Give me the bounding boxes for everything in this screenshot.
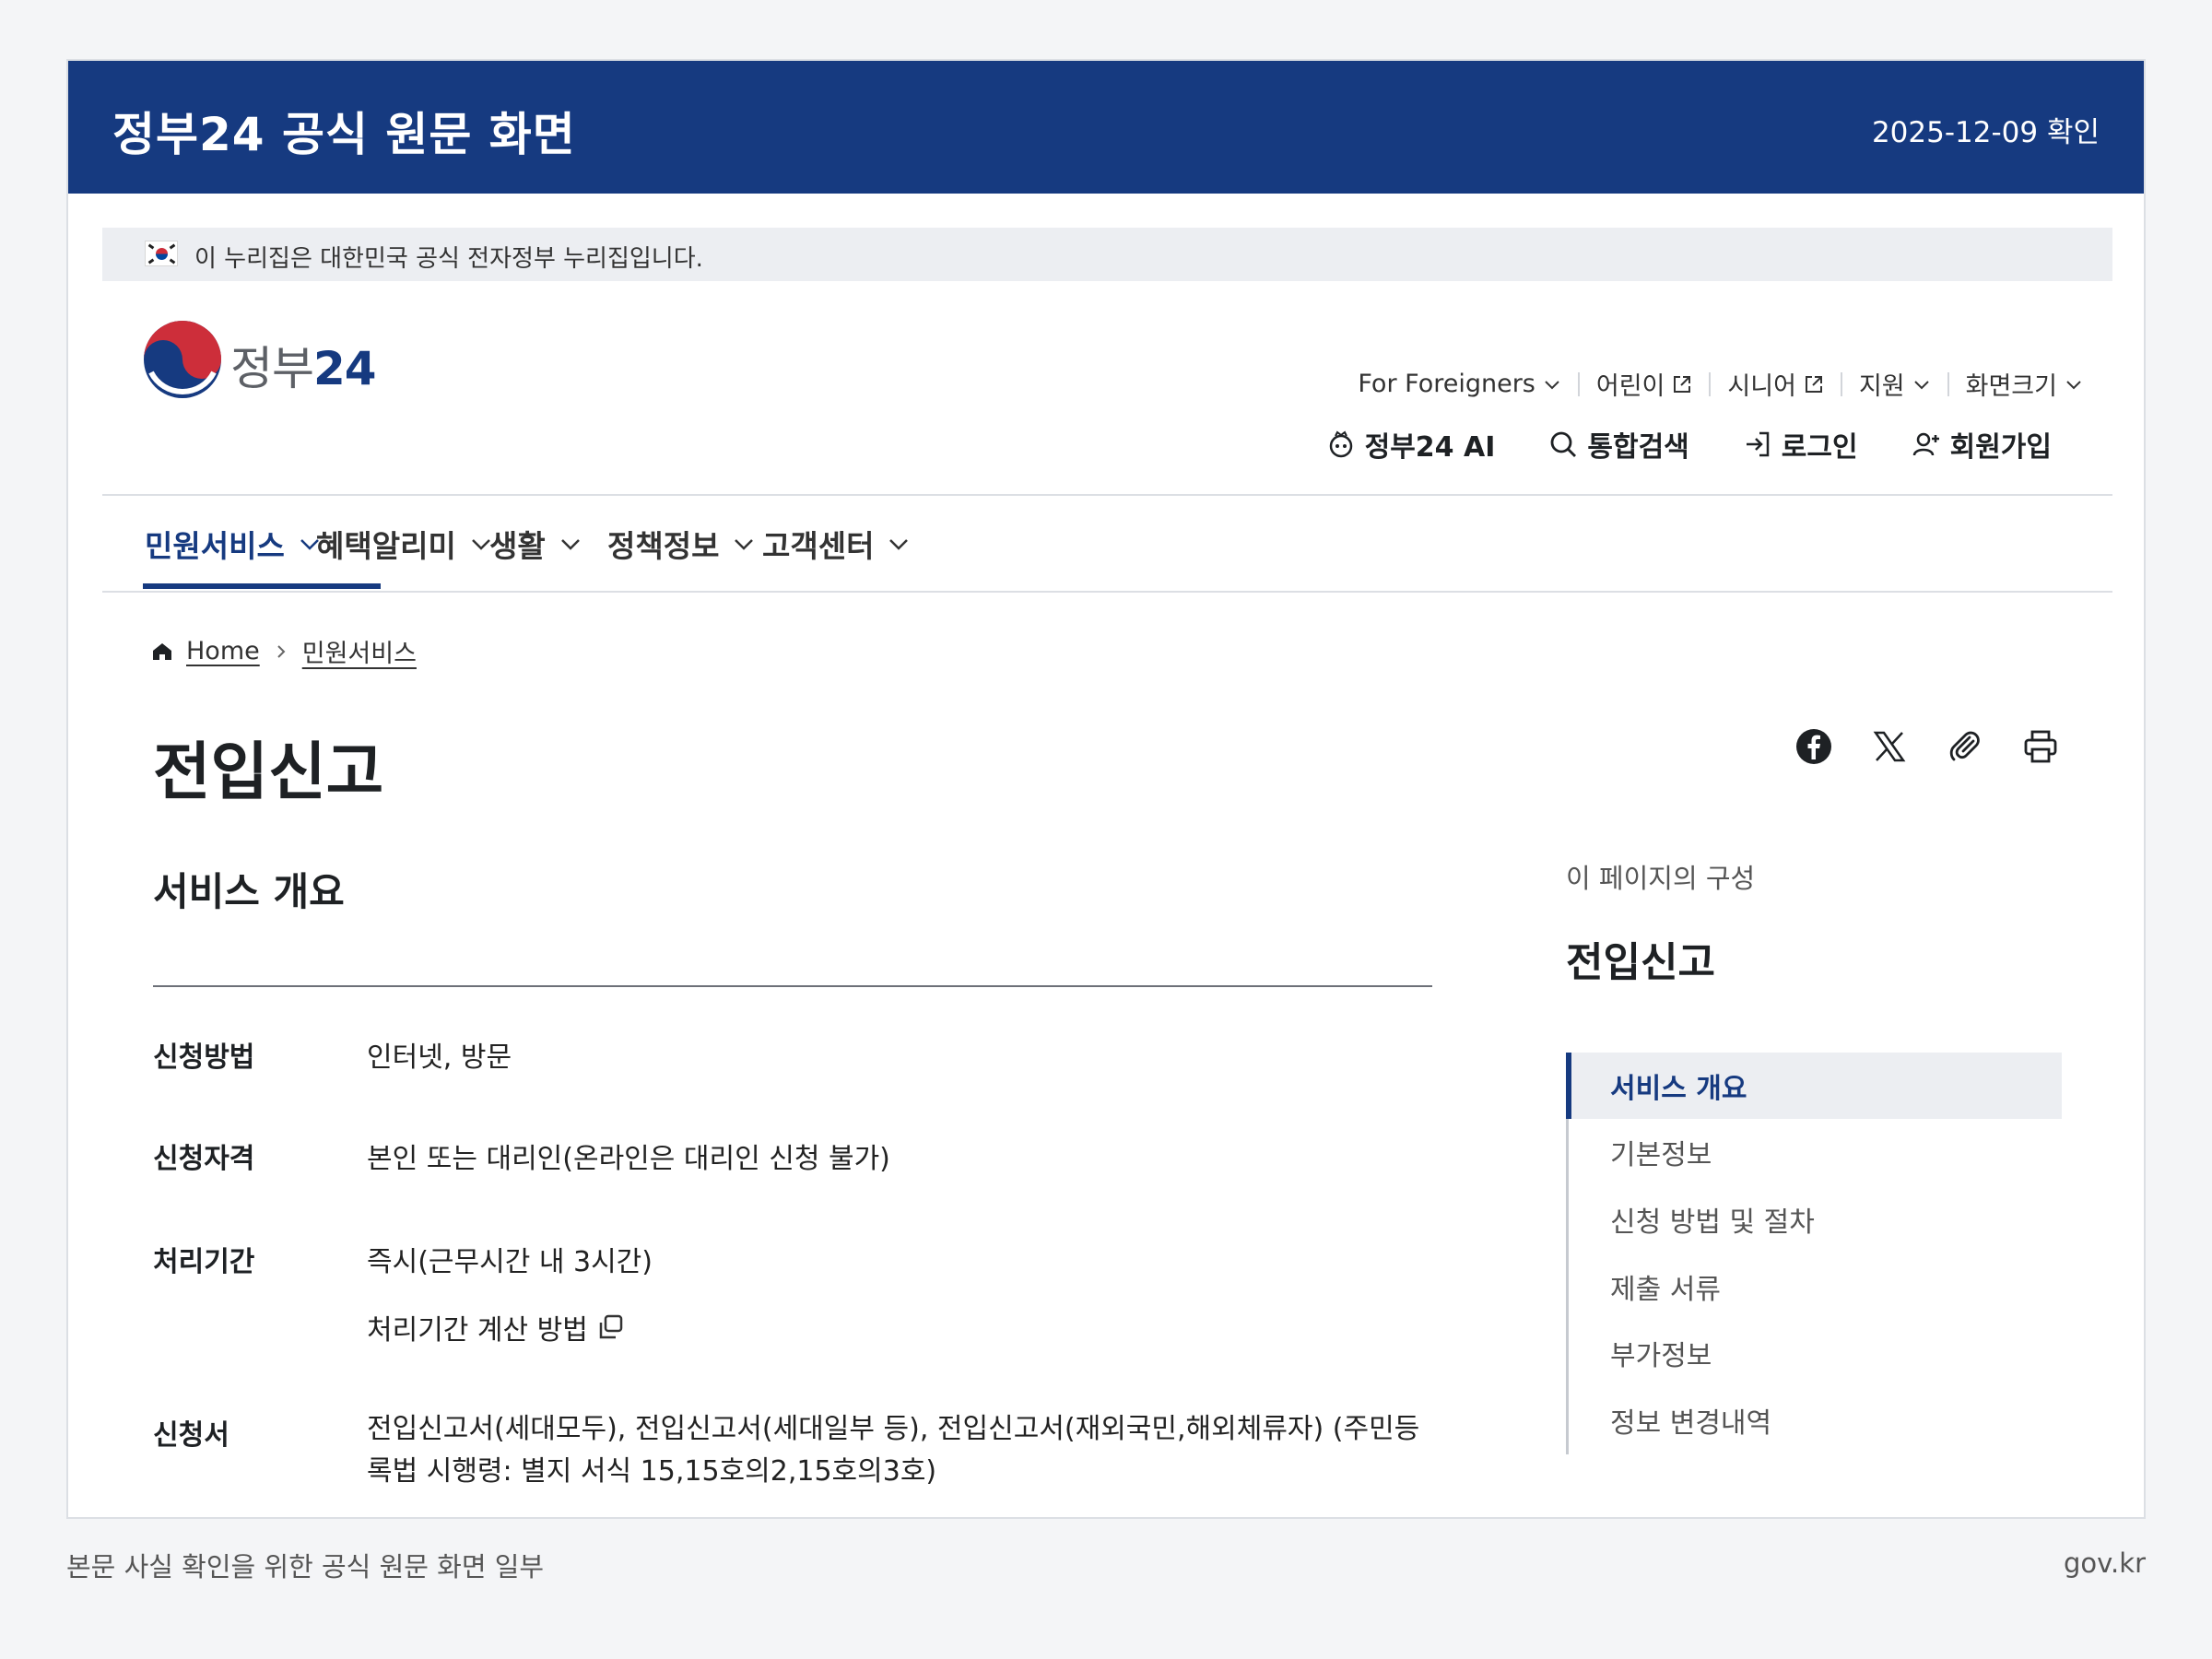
popup-window-icon [599, 1314, 623, 1339]
search-icon [1550, 431, 1577, 457]
main-utility-nav: 정부24 AI 통합검색 로그인 회원가입 [1326, 424, 2052, 465]
facebook-share-button[interactable] [1794, 726, 1834, 767]
util-senior[interactable]: 시니어 [1727, 366, 1824, 402]
frame-header: 정부24 공식 원문 화면 2025-12-09 확인 [68, 61, 2144, 194]
figure-source: gov.kr [2064, 1547, 2146, 1579]
x-share-button[interactable] [1869, 726, 1910, 767]
eligibility-label: 신청자격 [153, 1143, 255, 1175]
home-icon [153, 642, 171, 660]
chevron-down-icon [735, 539, 754, 550]
method-value: 인터넷, 방문 [367, 1041, 512, 1074]
logo-wordmark: 정부24 [230, 342, 377, 395]
toc-item-procedure[interactable]: 신청 방법 및 절차 [1566, 1186, 2062, 1253]
chevron-down-icon [889, 539, 909, 550]
period-value: 즉시(근무시간 내 3시간) [367, 1246, 653, 1278]
gnb-divider [102, 591, 2112, 593]
user-add-icon [1912, 432, 1939, 456]
util-for-foreigners[interactable]: For Foreigners [1358, 370, 1561, 398]
ai-bot-icon [1329, 430, 1352, 458]
signup-button[interactable]: 회원가입 [1912, 424, 2052, 465]
link-clip-icon [1949, 731, 1980, 761]
eligibility-value: 본인 또는 대리인(온라인은 대리인 신청 불가) [367, 1143, 890, 1175]
gnb-life[interactable]: 생활 [489, 522, 582, 566]
chevron-down-icon [2066, 380, 2081, 389]
breadcrumb: Home 민원서비스 [151, 633, 417, 669]
korea-flag-icon [145, 241, 178, 266]
util-screen-size[interactable]: 화면크기 [1966, 366, 2083, 402]
global-nav: 민원서비스 혜택알리미 생활 정책정보 고객센터 [102, 496, 2112, 591]
integrated-search-button[interactable]: 통합검색 [1548, 424, 1689, 465]
x-icon [1873, 731, 1906, 762]
gov-official-banner: 이 누리집은 대한민국 공식 전자정부 누리집입니다. [102, 228, 2112, 281]
ai-button[interactable]: 정부24 AI [1326, 424, 1495, 465]
screenshot-frame: 정부24 공식 원문 화면 2025-12-09 확인 이 누리집은 대한민국 … [66, 59, 2146, 1519]
figure-caption: 본문 사실 확인을 위한 공식 원문 화면 일부 [66, 1551, 545, 1583]
chevron-down-icon [560, 539, 580, 550]
gnb-active-indicator [143, 583, 381, 589]
breadcrumb-current-link[interactable]: 민원서비스 [302, 633, 417, 669]
gnb-policy[interactable]: 정책정보 [607, 522, 756, 566]
utility-nav: For Foreigners 어린이 시니어 지원 화면크기 [1358, 366, 2083, 402]
chevron-down-icon [1545, 380, 1559, 389]
page-toc: 서비스 개요 기본정보 신청 방법 및 절차 제출 서류 부가정보 정보 변경내… [1566, 995, 2062, 1456]
chevron-down-icon [1913, 380, 1929, 389]
section-divider [153, 985, 1432, 987]
period-label: 처리기간 [153, 1246, 255, 1278]
toc-item-extra-info[interactable]: 부가정보 [1566, 1320, 2062, 1386]
gnb-civil-service[interactable]: 민원서비스 [145, 522, 322, 566]
gnb-customer-center[interactable]: 고객센터 [762, 522, 911, 566]
period-calc-link[interactable]: 처리기간 계산 방법 [367, 1307, 625, 1347]
method-label: 신청방법 [153, 1041, 255, 1074]
breadcrumb-home-link[interactable]: Home [186, 637, 260, 665]
taeguk-logo-icon [144, 321, 221, 398]
share-tools [1794, 726, 2061, 767]
chevron-right-icon [277, 644, 286, 658]
toc-item-basic-info[interactable]: 기본정보 [1566, 1119, 2062, 1185]
print-icon [2024, 730, 2057, 763]
toc-caption: 이 페이지의 구성 [1566, 863, 1756, 894]
page-title: 전입신고 [153, 736, 384, 809]
util-kids[interactable]: 어린이 [1596, 366, 1693, 402]
toc-item-overview[interactable]: 서비스 개요 [1566, 1053, 2062, 1119]
section-title: 서비스 개요 [153, 869, 345, 914]
login-icon [1746, 431, 1770, 457]
toc-item-change-history[interactable]: 정보 변경내역 [1566, 1387, 2062, 1453]
toc-item-documents[interactable]: 제출 서류 [1566, 1253, 2062, 1320]
login-button[interactable]: 로그인 [1743, 424, 1858, 465]
toc-title: 전입신고 [1566, 939, 1715, 986]
facebook-icon [1796, 729, 1831, 764]
form-label: 신청서 [153, 1419, 229, 1452]
print-button[interactable] [2020, 726, 2061, 767]
site-logo[interactable]: 정부24 [142, 319, 400, 402]
gnb-benefits[interactable]: 혜택알리미 [316, 522, 493, 566]
gov-banner-text: 이 누리집은 대한민국 공식 전자정부 누리집입니다. [194, 245, 703, 273]
form-value: 전입신고서(세대모두), 전입신고서(세대일부 등), 전입신고서(재외국민,해… [367, 1413, 1420, 1488]
external-link-icon [1805, 375, 1822, 393]
frame-date: 2025-12-09 확인 [1871, 116, 2100, 149]
copy-link-button[interactable] [1945, 726, 1985, 767]
util-support[interactable]: 지원 [1859, 366, 1931, 402]
frame-title: 정부24 공식 원문 화면 [112, 108, 576, 161]
external-link-icon [1674, 375, 1691, 393]
